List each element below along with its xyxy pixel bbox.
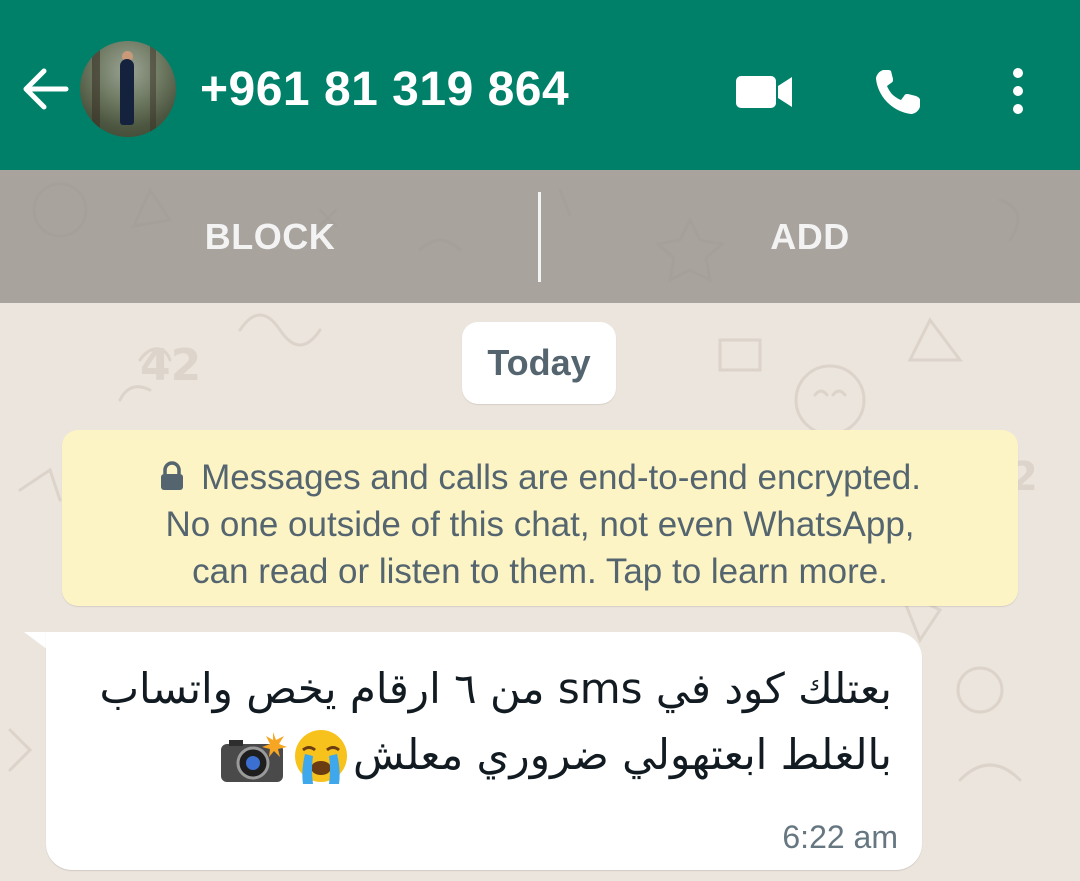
arrow-left-icon[interactable] <box>20 66 70 112</box>
unknown-contact-bar: BLOCK ADD <box>0 170 1080 303</box>
camera-flash-emoji-icon <box>220 731 287 782</box>
incoming-message[interactable]: بعتلك كود في sms من ٦ ارقام يخص واتساب ب… <box>46 632 922 870</box>
date-separator: Today <box>462 322 616 404</box>
message-timestamp: 6:22 am <box>782 819 898 855</box>
encryption-notice[interactable]: Messages and calls are end-to-end encryp… <box>62 430 1018 606</box>
encryption-line-3: can read or listen to them. Tap to learn… <box>192 552 888 591</box>
encryption-line-2: No one outside of this chat, not even Wh… <box>165 505 915 544</box>
more-vertical-icon[interactable] <box>1006 66 1030 116</box>
encryption-line-1: Messages and calls are end-to-end encryp… <box>62 430 1018 501</box>
encryption-text-1: Messages and calls are end-to-end encryp… <box>201 458 921 497</box>
phone-call-icon[interactable] <box>872 66 924 118</box>
svg-text:42: 42 <box>140 340 201 391</box>
block-button[interactable]: BLOCK <box>0 170 540 303</box>
message-text: بعتلك كود في sms من ٦ ارقام يخص واتساب ب… <box>72 656 892 788</box>
chat-header: +961 81 319 864 <box>0 0 1080 170</box>
message-line-1: بعتلك كود في sms من ٦ ارقام يخص واتساب <box>99 664 892 713</box>
message-line-2-text: بالغلط ابعتهولي ضروري معلش <box>352 730 892 779</box>
message-line-2: بالغلط ابعتهولي ضروري معلش <box>72 722 892 788</box>
crying-face-emoji-icon <box>294 729 347 784</box>
add-contact-button[interactable]: ADD <box>540 170 1080 303</box>
lock-icon <box>161 461 184 490</box>
avatar[interactable] <box>80 41 176 137</box>
contact-title[interactable]: +961 81 319 864 <box>200 60 569 120</box>
video-call-icon[interactable] <box>734 72 794 112</box>
